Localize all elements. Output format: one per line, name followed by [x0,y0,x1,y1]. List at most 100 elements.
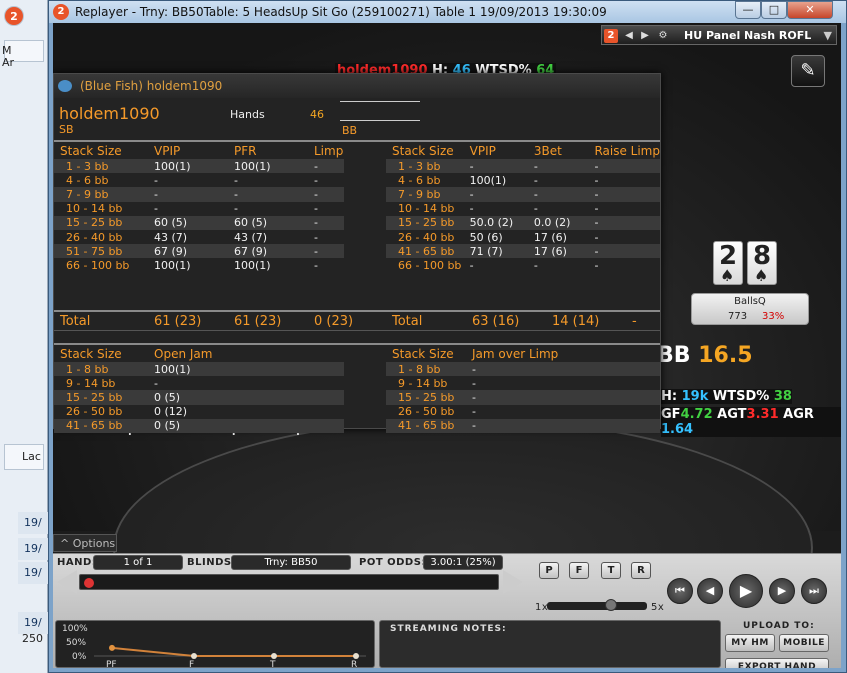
table-row: 10 - 14 bb - - - [66,202,318,216]
step-forward-icon[interactable]: ▶ [769,578,795,604]
sb-total-pfr: 61 (23) [234,314,282,329]
hands-value: 19k [681,389,709,404]
wtsd-label: WTSD% [712,389,770,404]
table-row: 66 - 100 bb 100(1) 100(1) - [66,258,318,272]
flop-button[interactable]: F [569,562,589,579]
table-row: 26 - 40 bb 43 (7) 43 (7) - [66,230,318,244]
table-row: 51 - 75 bb 67 (9) 67 (9) - [54,244,344,259]
wtsd-value: 38 [773,389,792,404]
chevron-up-icon: ^ [60,537,70,550]
table-row: 1 - 3 bb - - - [386,159,660,174]
table-row: 15 - 25 bb - [386,390,660,405]
timeline-left-arrow-icon[interactable] [57,570,77,594]
hand-timeline[interactable] [79,574,499,590]
y-tick-label: 50% [66,638,86,648]
options-tab[interactable]: ^ Options [53,534,117,552]
back-arrow-icon[interactable]: ◀ [622,29,636,43]
speed-slider-thumb[interactable] [605,599,617,611]
column-header: Stack Size [392,144,454,158]
timeline-right-arrow-icon[interactable] [503,570,523,594]
column-header: 3Bet [533,144,562,158]
bb-label: BB [657,343,691,368]
equity-point [191,653,197,659]
hero-seat[interactable]: BallsQ 773 33% [691,293,809,325]
hero-hud-line-1[interactable]: H: 19k WTSD% 38 [661,389,792,404]
app-logo-icon: 2 [53,4,69,20]
preflop-button[interactable]: P [539,562,559,579]
close-button[interactable]: ✕ [787,1,833,19]
table-row: 1 - 8 bb - [386,362,660,377]
agt-value: 3.31 [746,407,779,422]
bb-total-3bet: 14 (14) [552,314,600,329]
hero-stack-bb: BB 16.5 [657,343,753,368]
column-header: Raise Limp [594,144,660,158]
table-row: 10 - 14 bb - - - [398,202,599,216]
table-row: 1 - 8 bb 100(1) [54,362,344,377]
y-tick-label: 0% [72,652,87,662]
bb-stats-table: Stack Size VPIP 3Bet Raise Limp 1 - 3 bb… [386,143,660,273]
minimize-button[interactable]: — [735,1,761,19]
equity-graph: 100% 50% 0% PF F T R [55,620,375,668]
column-header: PFR [234,144,257,158]
agr-label: AGR [783,407,814,422]
column-header: Open Jam [154,347,213,361]
open-jam-table: Stack Size Open Jam 1 - 8 bb 100(1) 9 - 1… [54,346,344,433]
forward-arrow-icon[interactable]: ▶ [638,29,652,43]
streaming-notes-panel[interactable]: STREAMING NOTES: [379,620,721,668]
background-list-row[interactable]: 19/ [18,538,48,560]
column-header: Jam over Limp [472,347,559,361]
export-hand-button[interactable]: EXPORT HAND [725,658,829,668]
pencil-edit-icon[interactable]: ✎ [791,55,825,87]
equity-point [109,644,115,651]
table-row: 15 - 25 bb 60 (5) 60 (5) - [54,215,344,230]
river-button[interactable]: R [631,562,651,579]
table-row: 41 - 65 bb - [386,418,660,433]
table-row: 41 - 65 bb 71 (7) 17 (6) - [386,244,660,259]
table-row: 15 - 25 bb 50.0 (2) 0.0 (2) - [386,215,660,230]
poker-table-view: 2 ◀ ▶ ⚙ HU Panel Nash ROFL ▼ ✎ holdem109… [53,23,841,668]
chevron-down-icon[interactable]: ▼ [824,29,832,42]
my-hm-button[interactable]: MY HM [725,634,775,652]
hud-panel-bar[interactable]: 2 ◀ ▶ ⚙ HU Panel Nash ROFL ▼ [601,25,837,45]
bb-total-raise-limp: - [632,314,637,329]
player-stats-popup[interactable]: (Blue Fish) holdem1090 holdem1090 SB Han… [53,73,661,433]
play-icon[interactable]: ▶ [729,574,763,608]
column-header: VPIP [154,144,181,158]
column-header: Limp [314,144,344,158]
background-text: 250 [22,632,43,645]
background-list-row[interactable]: 19/ [18,512,48,534]
blinds-value: Trny: BB50 [231,555,351,570]
window-title: Replayer - Trny: BB50Table: 5 HeadsUp Si… [75,5,607,19]
title-bar[interactable]: 2 Replayer - Trny: BB50Table: 5 HeadsUp … [49,1,846,23]
hero-hud-line-2[interactable]: GF4.72 AGT3.31 AGR 1.64 [661,407,841,437]
options-label: Options [72,537,116,550]
equity-point [271,653,277,659]
hero-name: BallsQ [734,296,766,307]
column-header: Stack Size [392,347,454,361]
hole-card-2: 8 ♠ [747,241,777,285]
skip-to-end-icon[interactable]: ⏭ [801,578,827,604]
agt-label: AGT [717,407,747,422]
x-tick-label: PF [106,660,117,668]
gear-icon[interactable]: ⚙ [656,29,670,43]
pot-odds-label: POT ODDS: [359,557,426,568]
background-list-row[interactable]: 19/ [18,612,48,634]
turn-button[interactable]: T [601,562,621,579]
y-tick-label: 100% [62,624,88,634]
maximize-button[interactable]: □ [761,1,787,19]
hole-card-1: 2 ♠ [713,241,743,285]
hand-value: 1 of 1 [93,555,183,570]
skip-to-start-icon[interactable]: ⏮ [667,578,693,604]
agr-value: 1.64 [661,422,694,437]
spade-suit-icon: ♠ [754,266,769,285]
step-back-icon[interactable]: ◀ [697,578,723,604]
mobile-button[interactable]: MOBILE [779,634,829,652]
background-list-row[interactable]: 19/ [18,562,48,584]
table-row: 41 - 65 bb 0 (5) [54,418,344,433]
taskbar-app-icon[interactable]: 2 [4,6,24,26]
x-tick-label: R [351,660,357,668]
blinds-label: BLINDS: [187,557,237,568]
speed-slider[interactable] [547,599,647,611]
timeline-thumb[interactable] [84,578,94,588]
table-row: 9 - 14 bb - [66,376,158,390]
